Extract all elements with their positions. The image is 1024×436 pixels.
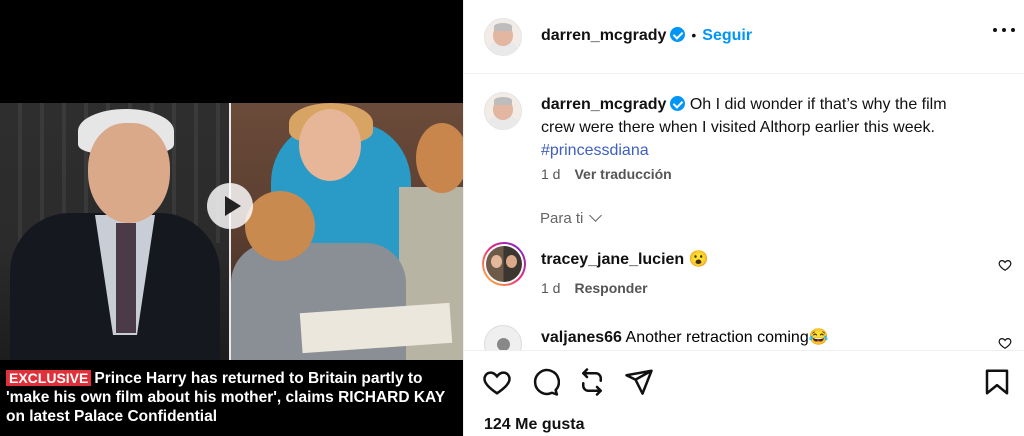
more-dot-2 — [1002, 28, 1006, 32]
post-header: darren_mcgrady • Seguir — [464, 0, 1024, 74]
header-user-row: darren_mcgrady • Seguir — [541, 27, 752, 45]
media-letterbox — [0, 0, 463, 103]
photo-princess-children — [231, 103, 463, 360]
caption-time: 1 d — [541, 166, 561, 182]
avatar-hair — [493, 23, 513, 31]
caption-author-avatar[interactable] — [484, 92, 522, 130]
comment-text: Another retraction coming😂 — [625, 329, 829, 346]
likes-count[interactable]: 124 Me gusta — [484, 416, 584, 434]
hashtag-link[interactable]: #princessdiana — [541, 142, 649, 159]
post-actions: 124 Me gusta — [464, 350, 1024, 436]
comment-body: valjanes66 Another retraction coming😂 — [541, 327, 829, 347]
reply-button[interactable]: Responder — [574, 280, 647, 296]
share-send-icon[interactable] — [624, 367, 654, 397]
author-avatar[interactable] — [484, 18, 522, 56]
verified-badge-icon — [670, 27, 686, 42]
boy-left-head — [245, 191, 315, 261]
woman-head — [299, 109, 361, 181]
caption-comment: darren_mcgrady Oh I did wonder if that’s… — [541, 93, 981, 162]
comment-meta: 1 d Responder — [541, 280, 648, 296]
comment-body: tracey_jane_lucien 😮 — [541, 249, 709, 269]
caption-meta: 1 d Ver traducción — [541, 166, 672, 182]
more-options-icon[interactable] — [993, 28, 1015, 34]
repost-icon[interactable] — [577, 367, 607, 397]
media-caption: EXCLUSIVE Prince Harry has returned to Br… — [6, 369, 458, 426]
more-dot-3 — [1011, 28, 1015, 32]
like-heart-icon[interactable] — [482, 367, 512, 397]
comment-time: 1 d — [541, 280, 561, 296]
comment-author[interactable]: valjanes66 — [541, 329, 622, 346]
like-comment-heart-icon[interactable] — [998, 336, 1012, 350]
photo-man-interview — [0, 103, 229, 360]
comment-bubble-icon[interactable] — [530, 367, 560, 397]
save-bookmark-icon[interactable] — [982, 367, 1012, 397]
more-dot-1 — [993, 28, 997, 32]
chevron-down-icon — [589, 209, 603, 222]
boy-right-head — [416, 123, 463, 193]
separator-dot: • — [691, 27, 697, 43]
like-comment-heart-icon[interactable] — [998, 258, 1012, 272]
post-media[interactable]: EXCLUSIVE Prince Harry has returned to Br… — [0, 0, 463, 436]
man-tie — [116, 223, 136, 333]
commenter-avatar-ring[interactable] — [482, 242, 526, 286]
author-username[interactable]: darren_mcgrady — [541, 27, 666, 44]
comment-sort-dropdown[interactable]: Para ti — [540, 209, 603, 227]
sort-label: Para ti — [540, 210, 584, 227]
commenter-avatar-photo — [486, 246, 522, 282]
follow-button[interactable]: Seguir — [702, 27, 752, 44]
avatar-face-1 — [491, 255, 502, 268]
avatar-gap — [484, 244, 524, 284]
avatar-face-2 — [506, 255, 517, 268]
comment-author[interactable]: tracey_jane_lucien — [541, 251, 684, 268]
exclusive-tag: EXCLUSIVE — [6, 370, 92, 386]
avatar-hair — [493, 97, 513, 105]
man-head — [88, 123, 170, 223]
caption-author[interactable]: darren_mcgrady — [541, 96, 666, 113]
comment-text: 😮 — [688, 251, 709, 268]
translate-button[interactable]: Ver traducción — [574, 166, 671, 182]
post-sidebar: darren_mcgrady • Seguir darren_mcgrady Oh … — [463, 0, 1024, 436]
play-icon[interactable] — [207, 183, 253, 229]
verified-badge-icon — [670, 96, 686, 111]
